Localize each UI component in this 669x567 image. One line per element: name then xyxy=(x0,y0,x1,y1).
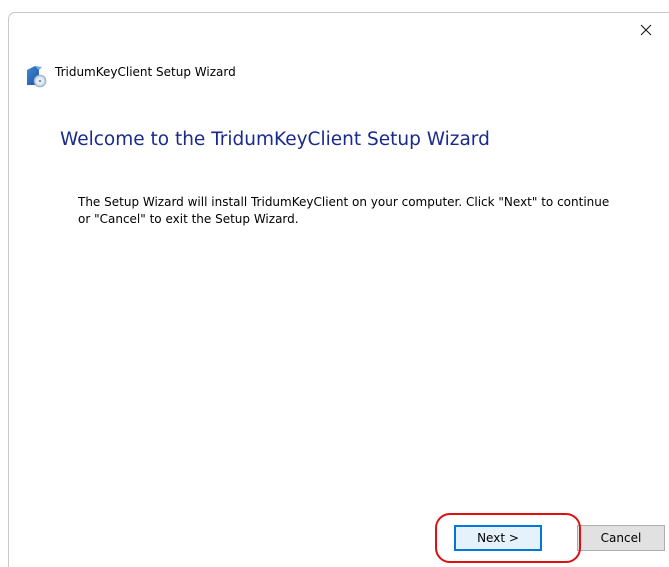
installer-app-icon xyxy=(25,64,47,88)
welcome-heading: Welcome to the TridumKeyClient Setup Wiz… xyxy=(60,129,490,150)
next-button[interactable]: Next > xyxy=(454,525,542,551)
setup-description: The Setup Wizard will install TridumKeyC… xyxy=(78,195,610,226)
window-title: TridumKeyClient Setup Wizard xyxy=(55,65,236,79)
setup-wizard-window: TridumKeyClient Setup Wizard Welcome to … xyxy=(8,12,669,567)
cancel-button[interactable]: Cancel xyxy=(577,525,665,551)
close-button[interactable] xyxy=(623,13,669,47)
close-icon xyxy=(640,21,652,40)
